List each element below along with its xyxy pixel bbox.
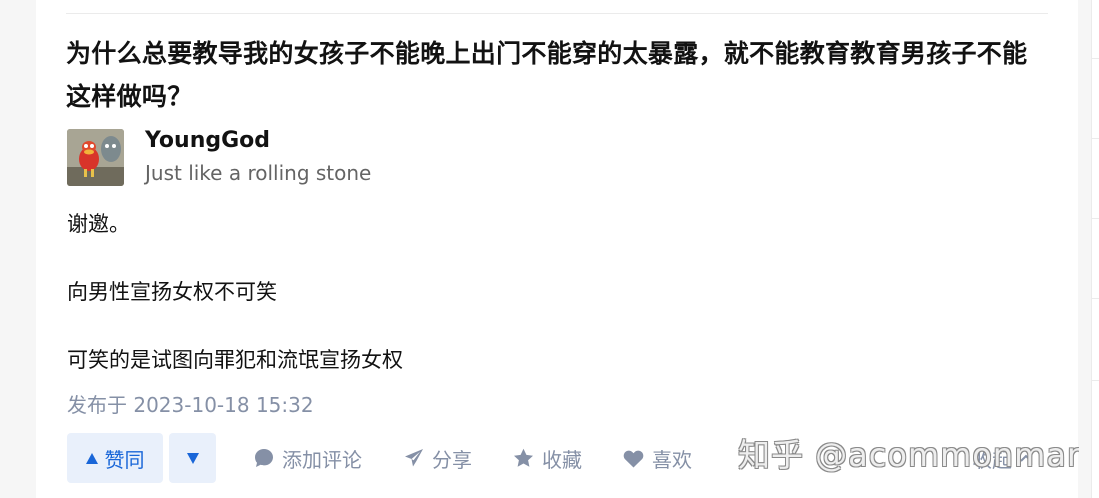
sidebar-panel (1091, 0, 1099, 498)
triangle-down-icon (186, 452, 199, 464)
favorite-label: 收藏 (542, 447, 582, 472)
avatar[interactable] (67, 129, 124, 186)
answer-paragraph: 向男性宣扬女权不可笑 (67, 280, 277, 304)
upvote-button[interactable]: 赞同 (67, 433, 163, 483)
author-info: YoungGod Just like a rolling stone (67, 128, 667, 187)
answer-paragraph: 可笑的是试图向罪犯和流氓宣扬女权 (67, 348, 403, 372)
triangle-up-icon (85, 452, 98, 464)
answer-paragraph: 谢邀。 (67, 212, 130, 236)
publish-time[interactable]: 发布于 2023-10-18 15:32 (67, 389, 314, 418)
question-title[interactable]: 为什么总要教导我的女孩子不能晚上出门不能穿的太暴露，就不能教育教育男孩子不能这样… (66, 32, 1051, 118)
upvote-label: 赞同 (104, 447, 145, 472)
avatar-image (67, 129, 124, 186)
comment-label: 添加评论 (282, 447, 362, 472)
heart-icon (623, 450, 644, 467)
divider (1091, 380, 1099, 381)
divider (1091, 138, 1099, 139)
favorite-button[interactable]: 收藏 (513, 433, 582, 483)
like-label: 喜欢 (652, 447, 692, 472)
divider (1091, 298, 1099, 299)
action-bar: 赞同 添加评论 分享 收藏 喜欢 收起 (67, 433, 1057, 483)
share-button[interactable]: 分享 (404, 433, 472, 483)
divider (1091, 218, 1099, 219)
comment-icon (255, 449, 273, 467)
comment-button[interactable]: 添加评论 (254, 433, 362, 483)
collapse-button[interactable]: 收起 (972, 433, 1032, 483)
author-bio: Just like a rolling stone (145, 161, 372, 185)
divider (66, 13, 1048, 14)
paper-plane-icon (405, 449, 423, 467)
collapse-label: 收起 (972, 447, 1012, 472)
chevron-up-icon (1020, 454, 1032, 462)
divider (1091, 58, 1099, 59)
author-name[interactable]: YoungGod (145, 128, 270, 153)
star-icon (514, 448, 533, 467)
like-button[interactable]: 喜欢 (623, 433, 692, 483)
share-label: 分享 (432, 447, 472, 472)
downvote-button[interactable] (169, 433, 216, 483)
